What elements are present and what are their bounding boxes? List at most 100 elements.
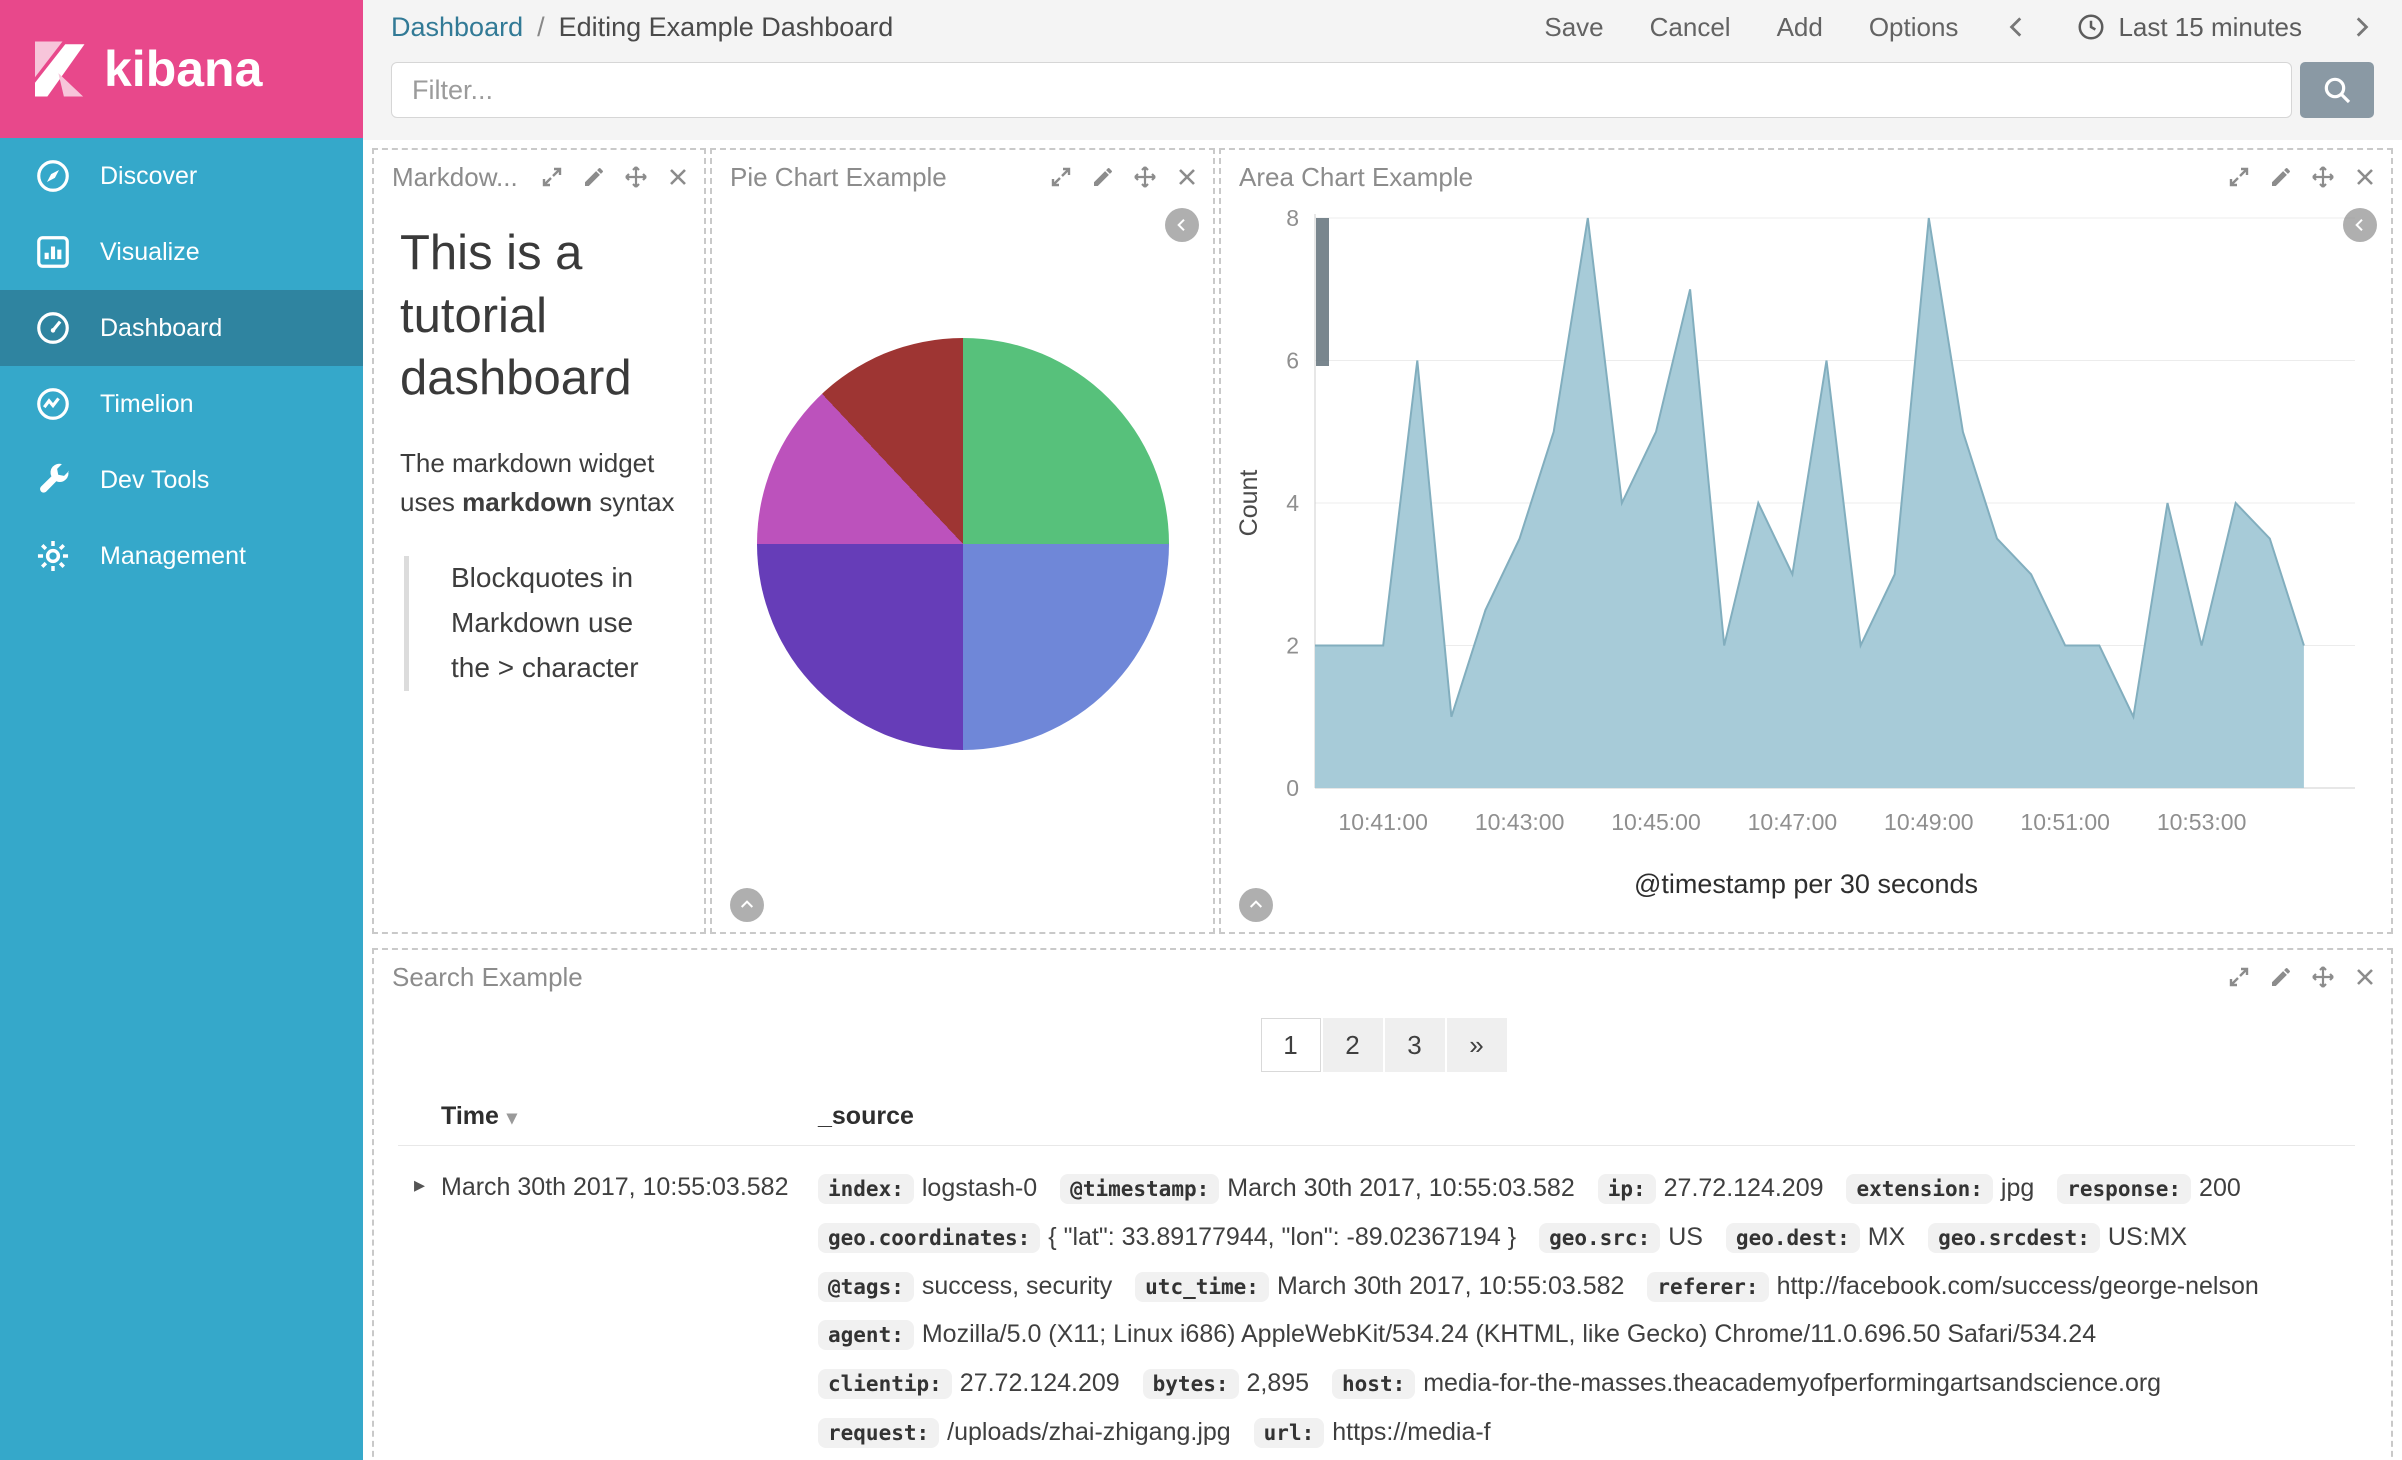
kibana-logo-text: kibana	[104, 40, 262, 98]
svg-text:8: 8	[1286, 205, 1299, 231]
svg-text:4: 4	[1286, 490, 1299, 516]
maximize-icon[interactable]	[2227, 165, 2251, 189]
close-icon[interactable]	[2353, 165, 2377, 189]
timelion-icon	[34, 385, 72, 423]
sidebar-item-visualize[interactable]: Visualize	[0, 214, 363, 290]
kibana-logo[interactable]: kibana	[0, 0, 363, 138]
area-chart-svg: 0246810:41:0010:43:0010:45:0010:47:0010:…	[1231, 204, 2381, 856]
field-key: agent:	[818, 1320, 914, 1350]
page-button-1[interactable]: 1	[1261, 1018, 1321, 1072]
options-button[interactable]: Options	[1869, 12, 1959, 43]
panel-header: Pie Chart Example	[712, 150, 1213, 198]
pie-chart[interactable]	[757, 338, 1169, 750]
search-button[interactable]	[2300, 62, 2374, 118]
svg-text:6: 6	[1286, 348, 1299, 374]
field-value: 200	[2199, 1174, 2241, 1202]
markdown-paragraph-bold: markdown	[462, 487, 592, 517]
breadcrumb-dashboard-link[interactable]: Dashboard	[391, 12, 523, 43]
page-button-next[interactable]: »	[1447, 1018, 1507, 1072]
field-key: geo.src:	[1539, 1223, 1660, 1253]
table-row: ▸March 30th 2017, 10:55:03.582index:logs…	[398, 1145, 2355, 1460]
maximize-icon[interactable]	[2227, 965, 2251, 989]
field-value: jpg	[2001, 1174, 2034, 1202]
field-value: US	[1668, 1223, 1703, 1251]
panel-area-chart: Area Chart Example 0246810:41:0010:43:00…	[1219, 148, 2393, 934]
area-chart[interactable]: 0246810:41:0010:43:0010:45:0010:47:0010:…	[1231, 204, 2391, 861]
field-value: US:MX	[2108, 1223, 2187, 1251]
filter-input[interactable]	[391, 62, 2292, 118]
sidebar-item-label: Dev Tools	[100, 466, 209, 495]
sidebar-item-timelion[interactable]: Timelion	[0, 366, 363, 442]
panel-controls	[2217, 165, 2377, 189]
move-icon[interactable]	[2311, 965, 2335, 989]
move-icon[interactable]	[2311, 165, 2335, 189]
field-value: 27.72.124.209	[1664, 1174, 1824, 1202]
close-icon[interactable]	[2353, 965, 2377, 989]
breadcrumb-current: Editing Example Dashboard	[559, 12, 894, 43]
page-button-2[interactable]: 2	[1323, 1018, 1383, 1072]
spy-panel-toggle[interactable]	[730, 888, 764, 922]
move-icon[interactable]	[624, 165, 648, 189]
panel-title: Area Chart Example	[1239, 162, 1473, 193]
magnifier-icon	[2321, 74, 2353, 106]
spy-panel-toggle[interactable]	[1165, 208, 1199, 242]
field-key: utc_time:	[1135, 1272, 1269, 1302]
maximize-icon[interactable]	[540, 165, 564, 189]
clock-icon	[2076, 12, 2106, 42]
sidebar-item-dashboard[interactable]: Dashboard	[0, 290, 363, 366]
column-header-time[interactable]: Time▾	[441, 1102, 818, 1131]
sidebar-item-label: Dashboard	[100, 314, 222, 343]
dashboard-icon	[34, 309, 72, 347]
chevron-right-icon[interactable]	[2348, 14, 2374, 40]
close-icon[interactable]	[1175, 165, 1199, 189]
sidebar-item-discover[interactable]: Discover	[0, 138, 363, 214]
chevron-left-icon[interactable]	[2004, 14, 2030, 40]
field-key: referer:	[1647, 1272, 1768, 1302]
filter-bar	[363, 54, 2402, 140]
sidebar-item-label: Timelion	[100, 390, 194, 419]
sort-descending-icon: ▾	[507, 1107, 517, 1129]
close-icon[interactable]	[666, 165, 690, 189]
area-chart-body: 0246810:41:0010:43:0010:45:0010:47:0010:…	[1221, 198, 2391, 900]
svg-text:2: 2	[1286, 633, 1299, 659]
spy-panel-toggle[interactable]	[2343, 208, 2377, 242]
kibana-app: kibana DiscoverVisualize Dashboard Timelio…	[0, 0, 2402, 1460]
svg-text:10:49:00: 10:49:00	[1884, 809, 1974, 835]
row-time: March 30th 2017, 10:55:03.582	[441, 1164, 818, 1212]
add-button[interactable]: Add	[1777, 12, 1823, 43]
chevron-up-icon	[1248, 897, 1264, 913]
panel-controls	[530, 165, 690, 189]
field-key: geo.coordinates:	[818, 1223, 1040, 1253]
edit-icon[interactable]	[582, 165, 606, 189]
svg-text:10:41:00: 10:41:00	[1338, 809, 1428, 835]
expand-row-caret[interactable]: ▸	[398, 1164, 441, 1206]
document-table: Time▾ _source ▸March 30th 2017, 10:55:03…	[398, 1086, 2355, 1460]
column-header-source: _source	[818, 1102, 2355, 1131]
edit-icon[interactable]	[2269, 965, 2293, 989]
panel-controls	[2217, 965, 2377, 989]
field-value: 2,895	[1247, 1369, 1310, 1397]
field-key: request:	[818, 1418, 939, 1448]
field-value: MX	[1868, 1223, 1906, 1251]
edit-icon[interactable]	[2269, 165, 2293, 189]
svg-text:10:51:00: 10:51:00	[2020, 809, 2110, 835]
edit-icon[interactable]	[1091, 165, 1115, 189]
panel-title: Search Example	[392, 962, 583, 993]
svg-text:Count: Count	[1235, 470, 1263, 537]
maximize-icon[interactable]	[1049, 165, 1073, 189]
save-button[interactable]: Save	[1544, 12, 1603, 43]
chevron-up-icon	[739, 897, 755, 913]
sidebar-item-management[interactable]: Management	[0, 518, 363, 594]
page-button-3[interactable]: 3	[1385, 1018, 1445, 1072]
panel-header: Area Chart Example	[1221, 150, 2391, 198]
field-value: http://facebook.com/success/george-nelso…	[1777, 1272, 2259, 1300]
wrench-icon	[34, 461, 72, 499]
svg-text:10:43:00: 10:43:00	[1475, 809, 1565, 835]
field-key: clientip:	[818, 1369, 952, 1399]
field-key: geo.srcdest:	[1928, 1223, 2100, 1253]
move-icon[interactable]	[1133, 165, 1157, 189]
cancel-button[interactable]: Cancel	[1650, 12, 1731, 43]
time-picker[interactable]: Last 15 minutes	[2076, 12, 2302, 43]
spy-panel-toggle[interactable]	[1239, 888, 1273, 922]
sidebar-item-dev-tools[interactable]: Dev Tools	[0, 442, 363, 518]
